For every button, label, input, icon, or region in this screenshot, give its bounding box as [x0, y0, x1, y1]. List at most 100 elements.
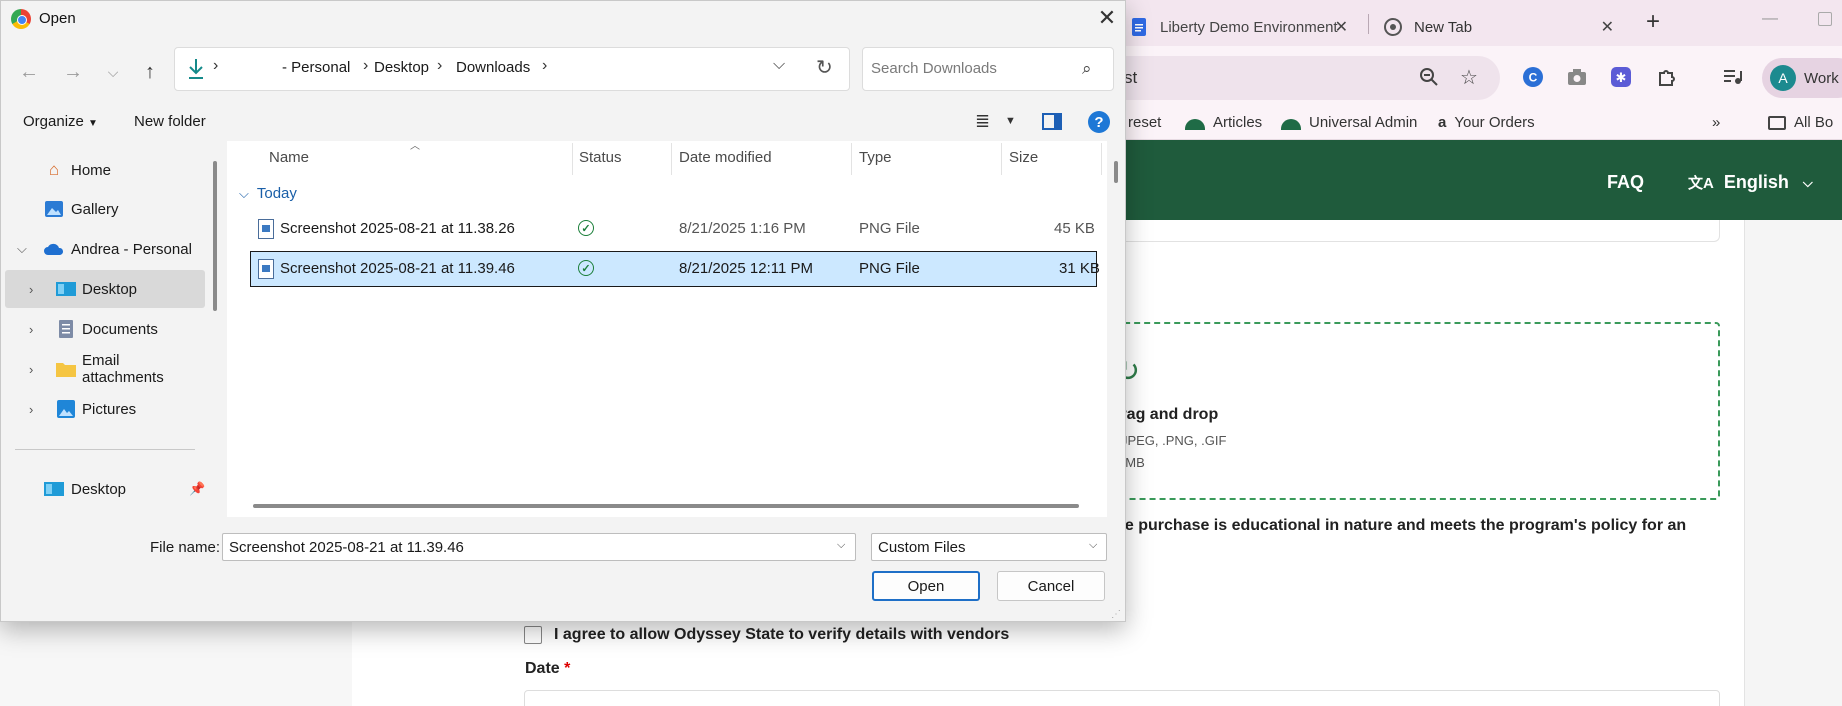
file-name-field[interactable]	[222, 533, 856, 561]
bookmark-favicon-icon	[1281, 118, 1301, 130]
cancel-button[interactable]: Cancel	[997, 571, 1105, 601]
bookmarks-overflow-button[interactable]: »	[1712, 114, 1720, 131]
date-label-text: Date	[525, 660, 560, 677]
new-folder-button[interactable]: New folder	[134, 113, 206, 130]
pictures-icon	[55, 399, 77, 419]
media-icon[interactable]	[1720, 64, 1746, 90]
maximize-icon[interactable]	[1818, 12, 1832, 26]
nav-scrollbar[interactable]	[213, 161, 217, 311]
group-header-today[interactable]: ⌵ Today	[239, 185, 297, 202]
nav-item-pictures[interactable]: › Pictures	[5, 390, 205, 428]
forward-arrow-icon[interactable]: →	[58, 57, 88, 87]
chevron-double-icon: »	[1712, 114, 1721, 131]
column-header-status[interactable]: Status	[579, 149, 622, 166]
profile-label: Work	[1804, 69, 1839, 87]
date-input[interactable]	[524, 690, 1720, 706]
breadcrumb-desktop[interactable]: Desktop	[374, 59, 429, 76]
preview-pane-icon[interactable]	[1042, 113, 1062, 130]
nav-item-label: Pictures	[82, 400, 137, 418]
refresh-icon[interactable]: ↻	[816, 55, 833, 80]
nav-item-desktop[interactable]: › Desktop	[5, 270, 205, 308]
table-row[interactable]: Screenshot 2025-08-21 at 11.38.26 ✓ 8/21…	[250, 211, 1097, 247]
organize-button[interactable]: Organize ▼	[23, 113, 98, 130]
column-header-type[interactable]: Type	[859, 149, 892, 166]
bookmark-universal-admin[interactable]: Universal Admin	[1281, 114, 1417, 131]
path-dropdown-icon[interactable]: ⌵	[773, 56, 785, 74]
minimize-icon[interactable]: —	[1762, 10, 1778, 28]
nav-item-label: Home	[71, 161, 112, 179]
nav-divider	[15, 449, 195, 450]
star-icon[interactable]: ☆	[1456, 64, 1482, 90]
column-header-size[interactable]: Size	[1009, 149, 1038, 166]
profile-button[interactable]: A Work	[1762, 58, 1842, 98]
nav-item-email-attachments[interactable]: › Email attachments	[5, 350, 205, 388]
view-options-icon[interactable]: ≣	[975, 111, 990, 132]
column-separator[interactable]	[572, 143, 573, 175]
up-arrow-icon[interactable]: ↑	[135, 57, 165, 87]
caret-down-icon[interactable]: ▼	[1005, 115, 1016, 127]
breadcrumb-personal[interactable]: - Personal	[282, 59, 350, 76]
nav-item-gallery[interactable]: Gallery	[5, 190, 205, 228]
form-card	[1100, 220, 1720, 242]
column-header-name[interactable]: Name	[269, 149, 309, 166]
sync-check-icon: ✓	[578, 220, 594, 236]
bookmark-label: Articles	[1213, 114, 1263, 131]
organize-label: Organize	[23, 113, 84, 130]
resize-grip-icon[interactable]: ⋰	[1111, 609, 1121, 620]
language-selector[interactable]: 文A English ⌵	[1688, 172, 1813, 193]
close-icon[interactable]: ✕	[1095, 5, 1119, 31]
close-tab-icon[interactable]: ✕	[1335, 17, 1348, 37]
translate-icon: 文A	[1688, 175, 1714, 192]
back-arrow-icon[interactable]: ←	[14, 57, 44, 87]
zoom-icon[interactable]	[1416, 64, 1442, 90]
nav-item-quick-desktop[interactable]: Desktop	[5, 470, 205, 508]
tab-liberty-demo[interactable]: Liberty Demo Environment ✕	[1118, 8, 1356, 46]
tab-new-tab[interactable]: New Tab ✕	[1372, 8, 1622, 46]
recent-locations-icon[interactable]: ⌵	[98, 57, 128, 87]
file-type-select[interactable]: Custom Files	[871, 533, 1107, 561]
breadcrumb-downloads[interactable]: Downloads	[456, 59, 530, 76]
vertical-scrollbar[interactable]	[1114, 161, 1118, 183]
camera-icon[interactable]	[1564, 64, 1590, 90]
horizontal-scrollbar[interactable]	[253, 504, 1079, 508]
bookmark-reset[interactable]: reset	[1128, 114, 1161, 131]
chevron-right-icon: ›	[29, 401, 34, 417]
nav-item-label: Documents	[82, 320, 158, 338]
extension-c-icon[interactable]: C	[1520, 64, 1546, 90]
column-header-date[interactable]: Date modified	[679, 149, 772, 166]
chevron-right-icon: ›	[29, 321, 34, 337]
column-separator[interactable]	[1001, 143, 1002, 175]
new-tab-button[interactable]: +	[1646, 8, 1660, 36]
all-bookmarks-button[interactable]: All Bo	[1768, 114, 1833, 131]
chevron-down-icon[interactable]: ⌵	[837, 539, 845, 552]
bookmark-label: Universal Admin	[1309, 114, 1418, 131]
chevron-right-icon: ›	[29, 361, 34, 377]
help-icon[interactable]: ?	[1088, 111, 1110, 133]
column-separator[interactable]	[851, 143, 852, 175]
nav-item-home[interactable]: ⌂ Home	[5, 151, 205, 189]
nav-item-onedrive[interactable]: ⌵ Andrea - Personal	[5, 230, 205, 268]
chevron-down-icon[interactable]: ⌵	[1089, 539, 1097, 552]
nav-item-documents[interactable]: › Documents	[5, 310, 205, 348]
agree-checkbox-row[interactable]: I agree to allow Odyssey State to verify…	[524, 626, 1009, 644]
open-button[interactable]: Open	[872, 571, 980, 601]
sort-ascending-icon: ︿	[410, 141, 420, 152]
date-label: Date *	[525, 660, 570, 678]
home-icon: ⌂	[48, 160, 60, 179]
faq-link[interactable]: FAQ	[1607, 172, 1644, 193]
table-row-selected[interactable]: Screenshot 2025-08-21 at 11.39.46 ✓ 8/21…	[250, 251, 1100, 287]
search-icon[interactable]: ⌕	[1082, 59, 1092, 79]
breadcrumb-chevron-icon: ›	[437, 57, 443, 74]
puzzle-icon[interactable]	[1654, 64, 1680, 90]
extension-star-icon[interactable]: ✱	[1608, 64, 1634, 90]
bookmark-your-orders[interactable]: a Your Orders	[1438, 114, 1535, 131]
close-tab-icon[interactable]: ✕	[1601, 17, 1614, 37]
column-separator[interactable]	[1101, 143, 1102, 175]
bookmark-articles[interactable]: Articles	[1185, 114, 1262, 131]
chevron-right-icon: ›	[29, 281, 34, 297]
column-separator[interactable]	[671, 143, 672, 175]
agree-checkbox[interactable]	[524, 626, 542, 644]
chrome-icon	[11, 9, 31, 29]
file-date: 8/21/2025 12:11 PM	[679, 260, 813, 277]
png-file-icon	[258, 219, 274, 239]
